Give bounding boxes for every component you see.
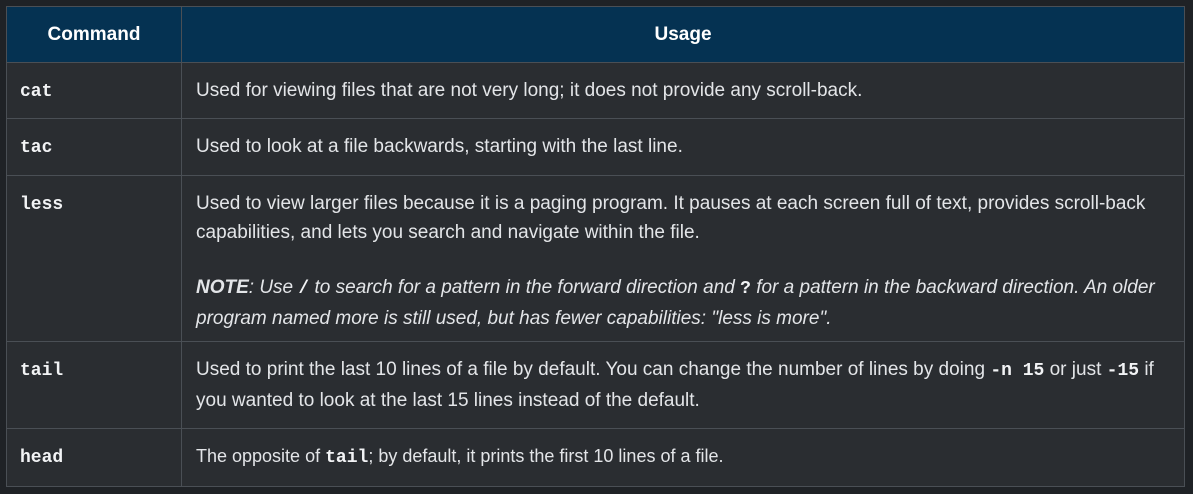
note-text: to search for a pattern in the forward d… [309, 277, 741, 298]
command-name: less [20, 195, 64, 215]
table-header-row: Command Usage [6, 6, 1185, 63]
note-text: : Use [248, 277, 299, 298]
usage-cell: Used to view larger files because it is … [181, 175, 1185, 342]
command-name: cat [20, 82, 53, 102]
inline-code: -15 [1106, 361, 1140, 381]
usage-cell: The opposite of tail; by default, it pri… [181, 428, 1185, 487]
inline-code: / [298, 279, 310, 299]
usage-text: or just [1044, 359, 1107, 380]
header-command: Command [6, 6, 182, 63]
usage-text: ; by default, it prints the first 10 lin… [368, 446, 724, 466]
command-cell: less [6, 175, 182, 342]
command-table-container: Command Usage cat Used for viewing files… [6, 6, 1185, 487]
command-name: tail [20, 361, 64, 381]
usage-text: The opposite of [196, 446, 326, 466]
table-row: tac Used to look at a file backwards, st… [6, 118, 1185, 176]
command-cell: head [6, 428, 182, 487]
table-row: tail Used to print the last 10 lines of … [6, 341, 1185, 429]
usage-note: NOTE: Use / to search for a pattern in t… [196, 273, 1164, 333]
usage-cell: Used to look at a file backwards, starti… [181, 118, 1185, 176]
command-name: tac [20, 138, 53, 158]
usage-cell: Used to print the last 10 lines of a fil… [181, 341, 1185, 429]
command-table: Command Usage cat Used for viewing files… [6, 6, 1185, 487]
table-row: cat Used for viewing files that are not … [6, 62, 1185, 119]
header-usage: Usage [181, 6, 1185, 63]
command-cell: cat [6, 62, 182, 119]
usage-cell: Used for viewing files that are not very… [181, 62, 1185, 119]
inline-code: -n 15 [990, 361, 1045, 381]
command-cell: tac [6, 118, 182, 176]
inline-code: ? [740, 279, 751, 299]
usage-text: Used to view larger files because it is … [196, 193, 1146, 243]
note-label: NOTE [196, 277, 249, 298]
inline-code: tail [325, 448, 369, 468]
usage-text: Used to print the last 10 lines of a fil… [196, 359, 991, 380]
command-name: head [20, 448, 64, 468]
table-row: head The opposite of tail; by default, i… [6, 428, 1185, 487]
table-row: less Used to view larger files because i… [6, 175, 1185, 342]
command-cell: tail [6, 341, 182, 429]
